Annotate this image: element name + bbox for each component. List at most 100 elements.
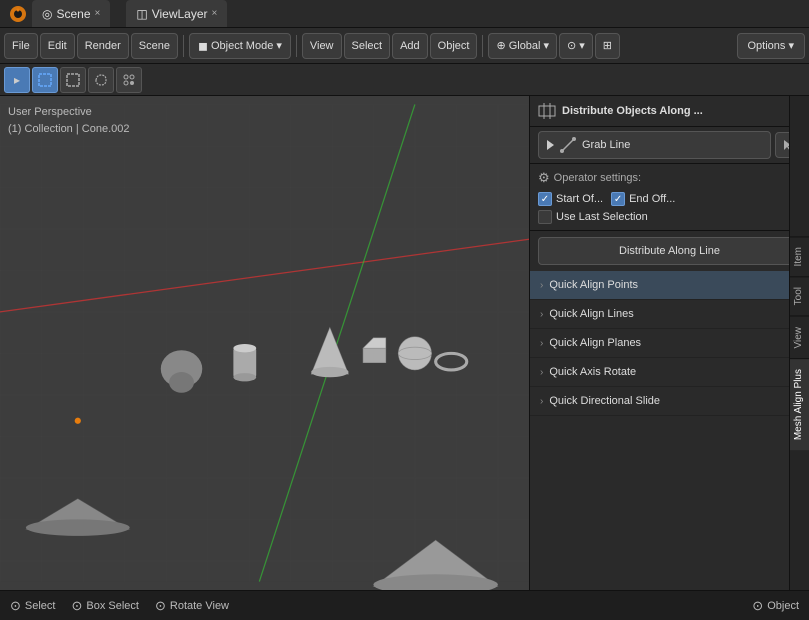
options-button[interactable]: Options ▾ — [737, 33, 806, 59]
viewport-label: User Perspective (1) Collection | Cone.0… — [8, 104, 129, 137]
transform-select[interactable]: ⊕ Global ▾ — [488, 33, 557, 59]
grab-line-btn[interactable]: Grab Line — [538, 131, 771, 159]
toolbar-separator-2 — [296, 35, 297, 57]
snap-btn[interactable]: ⊞ — [595, 33, 620, 59]
menu-item-left-1: › Quick Align Lines — [540, 308, 634, 320]
scene-tab-close[interactable]: × — [95, 8, 101, 19]
object-status-label: Object — [767, 600, 799, 612]
toolbar-separator-3 — [482, 35, 483, 57]
view-menu[interactable]: View — [302, 33, 342, 59]
lasso-select-btn[interactable] — [88, 67, 114, 93]
menu-item[interactable]: › Quick Align Points — [530, 271, 809, 300]
viewlayer-tab-icon: ◫ — [136, 7, 147, 21]
tool-tab[interactable]: Tool — [790, 276, 809, 315]
object-label: Object — [438, 40, 470, 52]
select-status-label: Select — [25, 600, 56, 612]
status-select: ⊙ Select — [10, 598, 55, 614]
distribute-btn-label: Distribute Along Line — [619, 245, 720, 257]
grab-line-label: Grab Line — [582, 139, 630, 151]
object-menu[interactable]: Object — [430, 33, 478, 59]
select-tool-btn[interactable]: ▸ — [4, 67, 30, 93]
start-offset-item: ✓ Start Of... — [538, 192, 603, 206]
status-object: ⊙ Object — [752, 598, 799, 614]
menu-chevron-icon: › — [540, 396, 543, 407]
start-offset-checkbox[interactable]: ✓ — [538, 192, 552, 206]
distribute-icon — [538, 102, 556, 120]
status-bar: ⊙ Select ⊙ Box Select ⊙ Rotate View ⊙ Ob… — [0, 590, 809, 620]
viewlayer-tab-close[interactable]: × — [212, 8, 218, 19]
select-all-btn[interactable] — [116, 67, 142, 93]
scene-tab-icon: ◎ — [42, 7, 52, 21]
status-rotate: ⊙ Rotate View — [155, 598, 229, 614]
menu-item[interactable]: › Quick Axis Rotate — [530, 358, 809, 387]
mode-chevron-icon: ▾ — [276, 39, 282, 52]
viewlayer-tab-label: ViewLayer — [152, 7, 208, 21]
scene-tab[interactable]: ◎ Scene × — [32, 0, 110, 27]
pivot-btn[interactable]: ⊙ ▾ — [559, 33, 593, 59]
mesh-align-tab[interactable]: Mesh Align Plus — [790, 358, 809, 450]
collection-label: (1) Collection | Cone.002 — [8, 121, 129, 138]
add-menu[interactable]: Add — [392, 33, 428, 59]
scene-tab-label: Scene — [56, 7, 90, 21]
transform-chevron-icon: ▾ — [543, 39, 549, 52]
menu-chevron-icon: › — [540, 280, 543, 291]
distribute-along-line-btn[interactable]: Distribute Along Line — [538, 237, 801, 265]
menu-item-label: Quick Align Lines — [549, 308, 633, 320]
status-box-select: ⊙ Box Select — [71, 598, 139, 614]
file-menu[interactable]: File — [4, 33, 38, 59]
object-mode-icon: ◼ — [198, 39, 208, 53]
blender-logo[interactable] — [8, 4, 28, 24]
mouse-middle-icon: ⊙ — [71, 598, 82, 614]
menu-item-left-4: › Quick Directional Slide — [540, 395, 660, 407]
toolbar-separator-1 — [183, 35, 184, 57]
right-tabs: Item Tool View Mesh Align Plus — [789, 96, 809, 590]
file-label: File — [12, 40, 30, 52]
transform-icon: ⊕ — [496, 39, 505, 52]
gear-icon: ⚙ — [538, 170, 550, 186]
view-tab-label: View — [793, 327, 804, 349]
line-icon — [560, 137, 576, 153]
transform-label: Global — [509, 40, 541, 52]
object-mode-label: Object Mode — [211, 40, 273, 52]
end-offset-item: ✓ End Off... — [611, 192, 675, 206]
title-bar-right: ◫ ViewLayer × — [118, 0, 235, 27]
main-area: User Perspective (1) Collection | Cone.0… — [0, 96, 809, 590]
end-offset-checkbox[interactable]: ✓ — [611, 192, 625, 206]
pivot-icon: ⊙ — [567, 39, 576, 52]
viewport[interactable]: User Perspective (1) Collection | Cone.0… — [0, 96, 529, 590]
menu-item[interactable]: › Quick Align Planes — [530, 329, 809, 358]
object-mode-select[interactable]: ◼ Object Mode ▾ — [189, 33, 291, 59]
operator-settings-label: Operator settings: — [554, 172, 641, 184]
item-tab-label: Item — [793, 247, 804, 266]
object-status-icon: ⊙ — [752, 598, 763, 614]
menu-item[interactable]: › Quick Directional Slide — [530, 387, 809, 416]
select-menu[interactable]: Select — [344, 33, 391, 59]
main-toolbar: File Edit Render Scene ◼ Object Mode ▾ V… — [0, 28, 809, 64]
box-select-btn[interactable] — [32, 67, 58, 93]
menu-item[interactable]: › Quick Align Lines — [530, 300, 809, 329]
pivot-chevron-icon: ▾ — [579, 39, 585, 52]
view-tab[interactable]: View — [790, 316, 809, 359]
end-offset-label: End Off... — [629, 193, 675, 205]
use-last-row: Use Last Selection — [538, 210, 801, 224]
menu-item-left-0: › Quick Align Points — [540, 279, 638, 291]
view-label: View — [310, 40, 334, 52]
viewlayer-tab[interactable]: ◫ ViewLayer × — [126, 0, 227, 27]
add-label: Add — [400, 40, 420, 52]
scene-menu-label: Scene — [139, 40, 170, 52]
edit-label: Edit — [48, 40, 67, 52]
rotate-status-label: Rotate View — [170, 600, 229, 612]
right-panel: Distribute Objects Along ... Grab Line — [529, 96, 809, 590]
header-select-row: ▸ — [0, 64, 809, 96]
item-tab[interactable]: Item — [790, 236, 809, 276]
circle-select-btn[interactable] — [60, 67, 86, 93]
perspective-label: User Perspective — [8, 104, 129, 121]
title-bar-left: ◎ Scene × — [0, 0, 118, 27]
box-select-status-label: Box Select — [86, 600, 139, 612]
viewport-scene — [0, 96, 529, 590]
render-menu[interactable]: Render — [77, 33, 129, 59]
edit-menu[interactable]: Edit — [40, 33, 75, 59]
scene-menu[interactable]: Scene — [131, 33, 178, 59]
start-offset-label: Start Of... — [556, 193, 603, 205]
use-last-checkbox[interactable] — [538, 210, 552, 224]
